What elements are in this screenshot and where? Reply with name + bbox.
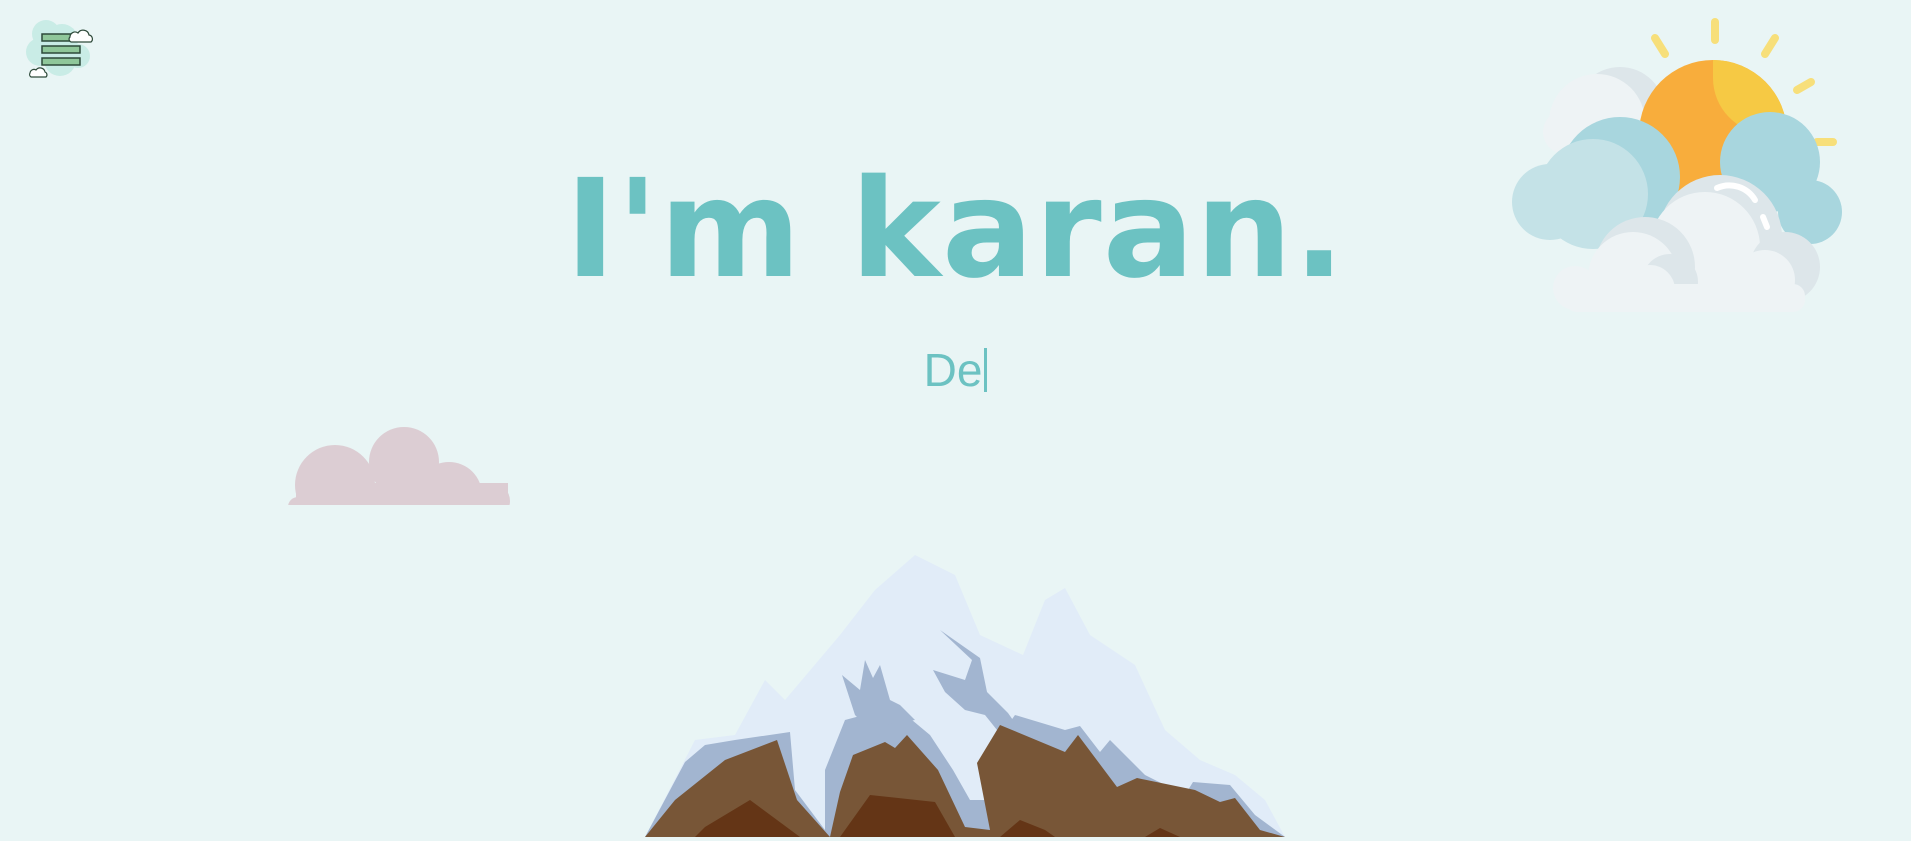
mountain-illustration bbox=[645, 530, 1285, 837]
typing-subtitle: De bbox=[0, 340, 1911, 400]
typed-text: De bbox=[923, 344, 983, 396]
menu-button[interactable] bbox=[22, 18, 98, 80]
pink-cloud-decoration bbox=[286, 425, 516, 505]
pink-cloud-icon bbox=[288, 427, 510, 505]
snowy-mountain-illustration bbox=[645, 555, 1285, 837]
typing-cursor bbox=[984, 348, 988, 392]
hero-title: I'm karan. bbox=[565, 151, 1346, 309]
hamburger-cloud-icon bbox=[26, 20, 93, 78]
